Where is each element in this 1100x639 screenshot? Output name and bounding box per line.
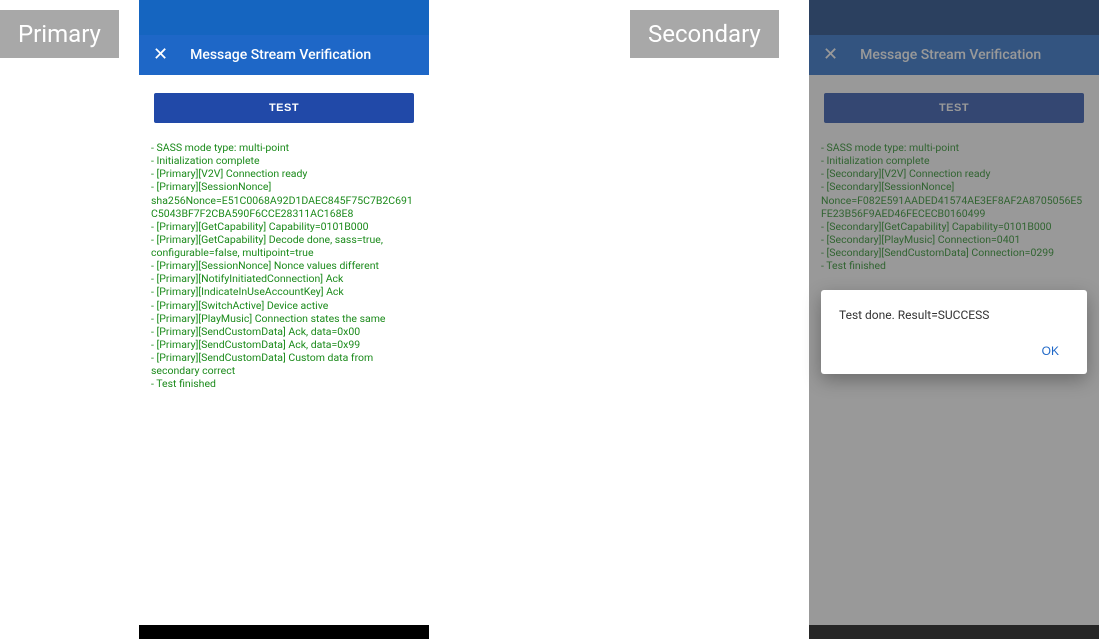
log-line: - [Primary][GetCapability] Decode done, … <box>151 233 417 259</box>
test-button[interactable]: TEST <box>154 93 414 123</box>
nav-bar <box>139 625 429 639</box>
log-line: - [Primary][SessionNonce] sha256Nonce=E5… <box>151 180 417 219</box>
close-icon[interactable]: ✕ <box>153 46 168 64</box>
dialog-message: Test done. Result=SUCCESS <box>839 308 1069 322</box>
log-line: - Test finished <box>151 377 417 390</box>
dialog-ok-button[interactable]: OK <box>1032 338 1069 364</box>
primary-phone: ✕ Message Stream Verification TEST - SAS… <box>139 0 429 639</box>
log-line: - [Primary][PlayMusic] Connection states… <box>151 312 417 325</box>
log-line: - [Primary][V2V] Connection ready <box>151 167 417 180</box>
log-line: - [Primary][SendCustomData] Ack, data=0x… <box>151 338 417 351</box>
secondary-device-label: Secondary <box>630 10 779 58</box>
content-area: TEST - SASS mode type: multi-point - Ini… <box>139 75 429 625</box>
log-line: - SASS mode type: multi-point <box>151 141 417 154</box>
log-line: - [Primary][SendCustomData] Ack, data=0x… <box>151 325 417 338</box>
log-line: - [Primary][IndicateInUseAccountKey] Ack <box>151 285 417 298</box>
result-dialog: Test done. Result=SUCCESS OK <box>821 290 1087 374</box>
log-line: - [Primary][SessionNonce] Nonce values d… <box>151 259 417 272</box>
app-title: Message Stream Verification <box>190 47 371 63</box>
log-line: - [Primary][SwitchActive] Device active <box>151 299 417 312</box>
log-line: - [Primary][NotifyInitiatedConnection] A… <box>151 272 417 285</box>
status-bar <box>139 0 429 35</box>
primary-log: - SASS mode type: multi-point - Initiali… <box>149 141 419 390</box>
log-line: - Initialization complete <box>151 154 417 167</box>
primary-device-label: Primary <box>0 10 119 58</box>
secondary-phone: ✕ Message Stream Verification TEST - SAS… <box>809 0 1099 639</box>
app-bar: ✕ Message Stream Verification <box>139 35 429 75</box>
log-line: - [Primary][SendCustomData] Custom data … <box>151 351 417 377</box>
dialog-actions: OK <box>839 338 1069 364</box>
log-line: - [Primary][GetCapability] Capability=01… <box>151 220 417 233</box>
